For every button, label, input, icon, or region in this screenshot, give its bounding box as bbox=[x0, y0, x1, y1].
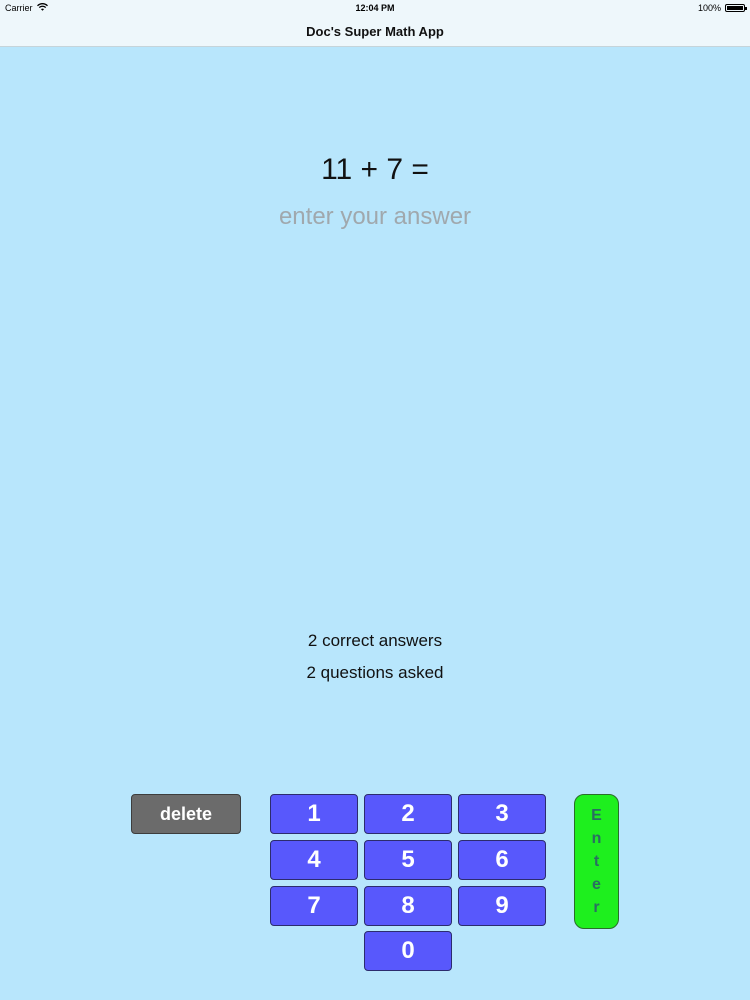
status-right: 100% bbox=[697, 3, 747, 13]
key-7-button[interactable]: 7 bbox=[270, 886, 358, 926]
enter-letter: n bbox=[591, 830, 602, 847]
key-9-button[interactable]: 9 bbox=[458, 886, 546, 926]
status-time: 12:04 PM bbox=[355, 3, 395, 13]
battery-icon bbox=[725, 4, 747, 12]
enter-letter: E bbox=[591, 807, 602, 824]
key-1-button[interactable]: 1 bbox=[270, 794, 358, 834]
enter-letter: e bbox=[592, 876, 601, 893]
key-4-button[interactable]: 4 bbox=[270, 840, 358, 880]
correct-count: 2 correct answers bbox=[307, 631, 443, 650]
nav-bar: Doc's Super Math App bbox=[0, 16, 750, 47]
key-0-button[interactable]: 0 bbox=[364, 931, 452, 971]
key-6-button[interactable]: 6 bbox=[458, 840, 546, 880]
battery-tip bbox=[745, 7, 747, 10]
delete-button[interactable]: delete bbox=[131, 794, 241, 834]
asked-count: 2 questions asked bbox=[306, 663, 444, 682]
nav-title: Doc's Super Math App bbox=[306, 24, 444, 39]
key-8-button[interactable]: 8 bbox=[364, 886, 452, 926]
answer-field[interactable] bbox=[175, 200, 575, 234]
battery-percent: 100% bbox=[697, 3, 721, 13]
status-bar: Carrier 12:04 PM 100% bbox=[0, 0, 750, 16]
battery-fill bbox=[727, 6, 743, 10]
enter-letter: t bbox=[593, 853, 600, 870]
enter-button[interactable]: E n t e r bbox=[574, 794, 619, 929]
key-5-button[interactable]: 5 bbox=[364, 840, 452, 880]
key-3-button[interactable]: 3 bbox=[458, 794, 546, 834]
question-text: 11 + 7 = bbox=[321, 153, 429, 186]
enter-letter: r bbox=[593, 899, 600, 916]
key-2-button[interactable]: 2 bbox=[364, 794, 452, 834]
